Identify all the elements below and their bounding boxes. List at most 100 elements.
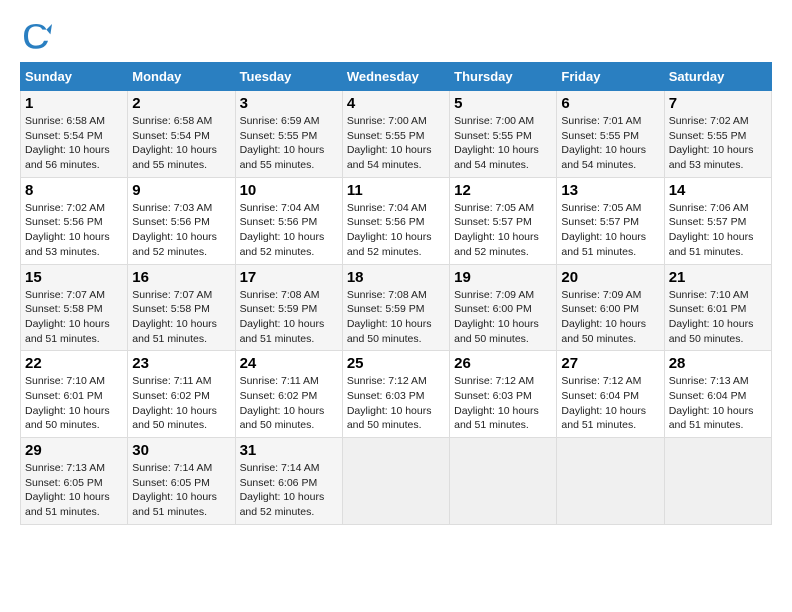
calendar-cell: 8 Sunrise: 7:02 AMSunset: 5:56 PMDayligh… [21, 177, 128, 264]
calendar-cell: 5 Sunrise: 7:00 AMSunset: 5:55 PMDayligh… [450, 91, 557, 178]
day-info: Sunrise: 7:14 AMSunset: 6:05 PMDaylight:… [132, 462, 217, 518]
calendar-cell: 16 Sunrise: 7:07 AMSunset: 5:58 PMDaylig… [128, 264, 235, 351]
calendar-cell: 20 Sunrise: 7:09 AMSunset: 6:00 PMDaylig… [557, 264, 664, 351]
day-number: 27 [561, 355, 659, 372]
day-info: Sunrise: 7:08 AMSunset: 5:59 PMDaylight:… [240, 289, 325, 345]
day-number: 21 [669, 269, 767, 286]
day-number: 13 [561, 182, 659, 199]
calendar-cell: 31 Sunrise: 7:14 AMSunset: 6:06 PMDaylig… [235, 438, 342, 525]
calendar-cell: 29 Sunrise: 7:13 AMSunset: 6:05 PMDaylig… [21, 438, 128, 525]
day-info: Sunrise: 7:12 AMSunset: 6:03 PMDaylight:… [454, 375, 539, 431]
day-info: Sunrise: 7:05 AMSunset: 5:57 PMDaylight:… [454, 202, 539, 258]
day-info: Sunrise: 7:10 AMSunset: 6:01 PMDaylight:… [669, 289, 754, 345]
day-number: 16 [132, 269, 230, 286]
day-number: 9 [132, 182, 230, 199]
calendar-cell: 27 Sunrise: 7:12 AMSunset: 6:04 PMDaylig… [557, 351, 664, 438]
calendar-cell [664, 438, 771, 525]
day-info: Sunrise: 7:12 AMSunset: 6:03 PMDaylight:… [347, 375, 432, 431]
calendar-cell: 15 Sunrise: 7:07 AMSunset: 5:58 PMDaylig… [21, 264, 128, 351]
calendar-cell: 11 Sunrise: 7:04 AMSunset: 5:56 PMDaylig… [342, 177, 449, 264]
day-info: Sunrise: 7:14 AMSunset: 6:06 PMDaylight:… [240, 462, 325, 518]
calendar-cell: 24 Sunrise: 7:11 AMSunset: 6:02 PMDaylig… [235, 351, 342, 438]
day-info: Sunrise: 7:01 AMSunset: 5:55 PMDaylight:… [561, 115, 646, 171]
day-number: 29 [25, 442, 123, 459]
day-info: Sunrise: 7:03 AMSunset: 5:56 PMDaylight:… [132, 202, 217, 258]
day-number: 1 [25, 95, 123, 112]
day-info: Sunrise: 7:08 AMSunset: 5:59 PMDaylight:… [347, 289, 432, 345]
calendar-cell: 25 Sunrise: 7:12 AMSunset: 6:03 PMDaylig… [342, 351, 449, 438]
day-number: 2 [132, 95, 230, 112]
calendar-cell: 2 Sunrise: 6:58 AMSunset: 5:54 PMDayligh… [128, 91, 235, 178]
day-info: Sunrise: 7:11 AMSunset: 6:02 PMDaylight:… [240, 375, 325, 431]
day-info: Sunrise: 7:13 AMSunset: 6:05 PMDaylight:… [25, 462, 110, 518]
day-info: Sunrise: 7:02 AMSunset: 5:56 PMDaylight:… [25, 202, 110, 258]
day-info: Sunrise: 6:58 AMSunset: 5:54 PMDaylight:… [132, 115, 217, 171]
day-number: 26 [454, 355, 552, 372]
day-number: 17 [240, 269, 338, 286]
calendar-cell: 6 Sunrise: 7:01 AMSunset: 5:55 PMDayligh… [557, 91, 664, 178]
calendar-cell [342, 438, 449, 525]
day-info: Sunrise: 7:09 AMSunset: 6:00 PMDaylight:… [454, 289, 539, 345]
col-saturday: Saturday [664, 63, 771, 91]
day-number: 28 [669, 355, 767, 372]
calendar-cell: 4 Sunrise: 7:00 AMSunset: 5:55 PMDayligh… [342, 91, 449, 178]
day-number: 11 [347, 182, 445, 199]
logo [20, 20, 54, 52]
day-number: 24 [240, 355, 338, 372]
day-number: 12 [454, 182, 552, 199]
calendar-cell: 17 Sunrise: 7:08 AMSunset: 5:59 PMDaylig… [235, 264, 342, 351]
calendar-cell: 19 Sunrise: 7:09 AMSunset: 6:00 PMDaylig… [450, 264, 557, 351]
calendar-body: 1 Sunrise: 6:58 AMSunset: 5:54 PMDayligh… [21, 91, 772, 525]
day-number: 30 [132, 442, 230, 459]
calendar-cell: 28 Sunrise: 7:13 AMSunset: 6:04 PMDaylig… [664, 351, 771, 438]
day-info: Sunrise: 7:12 AMSunset: 6:04 PMDaylight:… [561, 375, 646, 431]
day-number: 8 [25, 182, 123, 199]
day-info: Sunrise: 7:00 AMSunset: 5:55 PMDaylight:… [454, 115, 539, 171]
page-header [20, 20, 772, 52]
day-info: Sunrise: 7:04 AMSunset: 5:56 PMDaylight:… [347, 202, 432, 258]
calendar-cell: 21 Sunrise: 7:10 AMSunset: 6:01 PMDaylig… [664, 264, 771, 351]
calendar-cell: 1 Sunrise: 6:58 AMSunset: 5:54 PMDayligh… [21, 91, 128, 178]
day-number: 23 [132, 355, 230, 372]
calendar-cell: 10 Sunrise: 7:04 AMSunset: 5:56 PMDaylig… [235, 177, 342, 264]
day-number: 4 [347, 95, 445, 112]
calendar-cell: 3 Sunrise: 6:59 AMSunset: 5:55 PMDayligh… [235, 91, 342, 178]
week-row: 1 Sunrise: 6:58 AMSunset: 5:54 PMDayligh… [21, 91, 772, 178]
col-thursday: Thursday [450, 63, 557, 91]
day-info: Sunrise: 6:59 AMSunset: 5:55 PMDaylight:… [240, 115, 325, 171]
day-number: 19 [454, 269, 552, 286]
day-info: Sunrise: 7:11 AMSunset: 6:02 PMDaylight:… [132, 375, 217, 431]
day-info: Sunrise: 7:00 AMSunset: 5:55 PMDaylight:… [347, 115, 432, 171]
calendar-table: Sunday Monday Tuesday Wednesday Thursday… [20, 62, 772, 525]
calendar-cell: 14 Sunrise: 7:06 AMSunset: 5:57 PMDaylig… [664, 177, 771, 264]
calendar-cell: 12 Sunrise: 7:05 AMSunset: 5:57 PMDaylig… [450, 177, 557, 264]
week-row: 15 Sunrise: 7:07 AMSunset: 5:58 PMDaylig… [21, 264, 772, 351]
day-info: Sunrise: 7:04 AMSunset: 5:56 PMDaylight:… [240, 202, 325, 258]
day-number: 5 [454, 95, 552, 112]
day-number: 7 [669, 95, 767, 112]
calendar-cell: 22 Sunrise: 7:10 AMSunset: 6:01 PMDaylig… [21, 351, 128, 438]
day-number: 31 [240, 442, 338, 459]
calendar-cell: 18 Sunrise: 7:08 AMSunset: 5:59 PMDaylig… [342, 264, 449, 351]
calendar-cell [450, 438, 557, 525]
col-sunday: Sunday [21, 63, 128, 91]
day-number: 6 [561, 95, 659, 112]
col-tuesday: Tuesday [235, 63, 342, 91]
calendar-cell: 13 Sunrise: 7:05 AMSunset: 5:57 PMDaylig… [557, 177, 664, 264]
col-wednesday: Wednesday [342, 63, 449, 91]
day-number: 14 [669, 182, 767, 199]
day-info: Sunrise: 7:13 AMSunset: 6:04 PMDaylight:… [669, 375, 754, 431]
day-info: Sunrise: 6:58 AMSunset: 5:54 PMDaylight:… [25, 115, 110, 171]
calendar-cell: 26 Sunrise: 7:12 AMSunset: 6:03 PMDaylig… [450, 351, 557, 438]
day-info: Sunrise: 7:06 AMSunset: 5:57 PMDaylight:… [669, 202, 754, 258]
day-number: 22 [25, 355, 123, 372]
day-info: Sunrise: 7:09 AMSunset: 6:00 PMDaylight:… [561, 289, 646, 345]
col-monday: Monday [128, 63, 235, 91]
day-number: 10 [240, 182, 338, 199]
calendar-cell: 7 Sunrise: 7:02 AMSunset: 5:55 PMDayligh… [664, 91, 771, 178]
day-info: Sunrise: 7:10 AMSunset: 6:01 PMDaylight:… [25, 375, 110, 431]
day-info: Sunrise: 7:07 AMSunset: 5:58 PMDaylight:… [132, 289, 217, 345]
day-info: Sunrise: 7:02 AMSunset: 5:55 PMDaylight:… [669, 115, 754, 171]
calendar-cell: 9 Sunrise: 7:03 AMSunset: 5:56 PMDayligh… [128, 177, 235, 264]
day-number: 15 [25, 269, 123, 286]
